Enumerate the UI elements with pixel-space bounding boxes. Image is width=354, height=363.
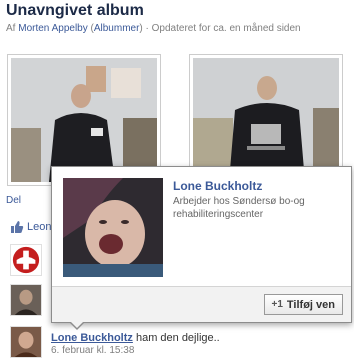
commenter-avatar-1[interactable] xyxy=(10,244,42,276)
comment: Lone Buckholtz ham den dejlige.. 6. febr… xyxy=(51,332,351,356)
byline-prefix: Af xyxy=(6,23,16,34)
likes-row: Leon xyxy=(10,219,52,235)
hovercard-name-link[interactable]: Lone Buckholtz xyxy=(173,179,262,193)
album-byline: Af Morten Appelby (Albummer) · Opdateret… xyxy=(6,23,301,34)
add-friend-label: Tilføj ven xyxy=(286,298,335,311)
updated-text: Opdateret for ca. en måned siden xyxy=(151,23,301,34)
hovercard-footer: +1 Tilføj ven xyxy=(52,286,351,322)
add-friend-icon: +1 xyxy=(271,299,283,310)
albums-link[interactable]: Albummer xyxy=(94,23,140,34)
hovercard-work-info: Arbejder hos Søndersø bo-og rehabiliteri… xyxy=(173,196,305,220)
hovercard-profile-photo[interactable] xyxy=(63,178,163,277)
owner-link[interactable]: Morten Appelby xyxy=(18,23,88,34)
share-link[interactable]: Del xyxy=(6,195,21,206)
thumbs-up-icon xyxy=(10,220,24,234)
add-friend-button[interactable]: +1 Tilføj ven xyxy=(263,294,343,315)
commenter-avatar-2[interactable] xyxy=(10,284,42,316)
comment-timestamp[interactable]: 6. februar kl. 15:38 xyxy=(51,345,351,356)
commenter-avatar-3[interactable] xyxy=(10,326,42,358)
comment-author-link[interactable]: Lone Buckholtz xyxy=(51,332,133,344)
photo-back-view xyxy=(193,58,339,182)
profile-hovercard: Lone Buckholtz Arbejder hos Søndersø bo-… xyxy=(51,166,352,330)
hovercard-pointer-arrow xyxy=(69,321,85,330)
photo-front-view xyxy=(11,58,157,182)
comment-text: ham den dejlige.. xyxy=(135,332,220,344)
liker-name[interactable]: Leon xyxy=(27,221,51,233)
album-title: Unavngivet album xyxy=(6,2,144,19)
